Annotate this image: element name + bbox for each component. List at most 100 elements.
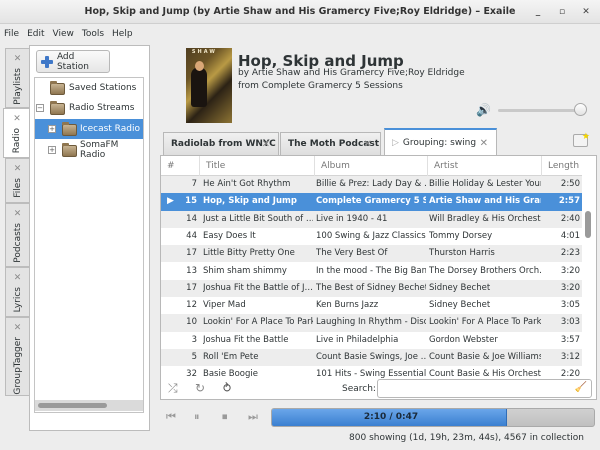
tab-files[interactable]: ✕ Files: [5, 158, 29, 203]
tree-label: Saved Stations: [69, 83, 137, 93]
tab-grouptagger[interactable]: ✕ GroupTagger: [5, 317, 29, 396]
column-title[interactable]: Title: [199, 156, 314, 176]
cell-artist: Thurston Harris: [429, 248, 495, 259]
tab-label: Radio: [12, 128, 22, 154]
menu-tools[interactable]: Tools: [78, 25, 108, 44]
repeat-icon[interactable]: ↻: [195, 381, 205, 395]
table-row[interactable]: 17 Joshua Fit the Battle of J… The Best of…: [161, 279, 582, 298]
cell-num: 15: [185, 196, 197, 207]
close-icon[interactable]: ✕: [262, 139, 270, 150]
close-icon[interactable]: ✕: [14, 54, 22, 64]
table-row[interactable]: 5 Roll 'Em Pete Count Basie Swings, Joe … C…: [161, 349, 582, 367]
table-row[interactable]: 7 He Ain't Got Rhythm Billie & Prez: Lady …: [161, 176, 582, 194]
window-title: Hop, Skip and Jump (by Artie Shaw and Hi…: [84, 6, 516, 17]
cell-num: 5: [191, 352, 197, 362]
cell-artist: Gordon Webster: [429, 334, 498, 345]
cell-len: 2:40: [560, 213, 580, 224]
tree-item-icecast-radio[interactable]: + Icecast Radio: [35, 119, 143, 139]
dynamic-icon[interactable]: ⥁: [223, 381, 231, 395]
tab-playlists[interactable]: ✕ Playlists: [5, 48, 29, 108]
scrollbar-thumb[interactable]: [585, 211, 591, 238]
cell-album: Live in Philadelphia: [316, 334, 399, 345]
tab-lyrics[interactable]: ✕ Lyrics: [5, 267, 29, 317]
menu-edit[interactable]: Edit: [23, 25, 48, 44]
folder-icon: [62, 122, 77, 136]
collapse-icon[interactable]: −: [36, 104, 44, 112]
tree-item-radio-streams[interactable]: − Radio Streams: [35, 98, 143, 118]
search-label: Search:: [342, 384, 376, 394]
new-playlist-button[interactable]: ★: [573, 132, 590, 147]
playback-progress-bar[interactable]: 2:10 / 0:47: [271, 408, 595, 427]
volume-slider-handle[interactable]: [573, 103, 587, 116]
previous-button[interactable]: ⏮: [166, 410, 176, 424]
cell-artist: Tommy Dorsey: [429, 230, 493, 241]
table-row[interactable]: 44 Easy Does It 100 Swing & Jazz Classics T…: [161, 227, 582, 246]
table-row[interactable]: 17 Little Bitty Pretty One The Very Best O…: [161, 245, 582, 263]
table-row[interactable]: 10 Lookin' For A Place To Park Laughing In…: [161, 314, 582, 332]
tab-label: Grouping: swing: [402, 138, 477, 148]
cell-title: Just a Little Bit South of …: [203, 213, 313, 224]
menu-help[interactable]: Help: [108, 25, 137, 44]
close-icon[interactable]: ✕: [14, 323, 22, 333]
column-album[interactable]: Album: [314, 156, 427, 176]
cell-num: 12: [186, 300, 197, 311]
close-icon[interactable]: ✕: [13, 114, 21, 124]
tree-item-saved-stations[interactable]: Saved Stations: [35, 78, 143, 98]
tab-radio[interactable]: ✕ Radio: [3, 108, 30, 158]
column-number[interactable]: #: [161, 156, 199, 176]
tree-label: Icecast Radio: [80, 124, 140, 134]
stop-button[interactable]: ⏹: [222, 410, 228, 424]
add-station-button[interactable]: Add Station: [36, 50, 110, 73]
table-row[interactable]: 12 Viper Mad Ken Burns Jazz Sidney Bechet 3:…: [161, 297, 582, 315]
cell-num: 7: [191, 179, 197, 189]
menu-view[interactable]: View: [49, 25, 78, 44]
expand-icon[interactable]: +: [48, 146, 56, 154]
minimize-button[interactable]: _: [528, 0, 548, 24]
tab-label: Podcasts: [12, 223, 23, 263]
expand-icon[interactable]: +: [48, 125, 56, 133]
close-button[interactable]: ✕: [576, 0, 596, 24]
column-length[interactable]: Length: [541, 156, 582, 176]
close-icon[interactable]: ✕: [480, 138, 488, 149]
folder-icon: [62, 143, 77, 157]
track-artist: by Artie Shaw and His Gramercy Five;Roy …: [238, 68, 465, 78]
search-input[interactable]: 🧹: [377, 379, 592, 398]
scrollbar-thumb[interactable]: [38, 403, 107, 408]
tab-grouping-swing[interactable]: ▷ Grouping: swing ✕: [384, 128, 497, 156]
pause-button[interactable]: ⏸: [194, 410, 200, 424]
vertical-scrollbar[interactable]: [582, 176, 595, 376]
close-icon[interactable]: ✕: [14, 273, 22, 283]
menu-file[interactable]: File: [0, 25, 23, 44]
station-tree: Saved Stations − Radio Streams + Icecast R…: [34, 77, 144, 413]
close-icon[interactable]: ✕: [14, 209, 22, 219]
plus-icon: [41, 55, 53, 68]
tree-item-somafm-radio[interactable]: + SomaFM Radio: [35, 140, 143, 160]
volume-icon[interactable]: 🔊: [476, 103, 491, 117]
progress-time: 2:10 / 0:47: [363, 412, 419, 422]
volume-slider[interactable]: [498, 109, 584, 112]
clear-search-icon[interactable]: 🧹: [575, 382, 587, 393]
tab-label: Lyrics: [12, 287, 23, 313]
tab-label: Radiolab from WNYC: [171, 139, 276, 149]
shuffle-icon[interactable]: ⤮: [168, 381, 178, 396]
tab-podcasts[interactable]: ✕ Podcasts: [5, 203, 29, 267]
tab-radiolab[interactable]: Radiolab from WNYC ✕: [163, 132, 279, 155]
cell-artist: Sidney Bechet: [429, 300, 491, 311]
table-row[interactable]: 3 Joshua Fit the Battle Live in Philadelph…: [161, 331, 582, 349]
column-artist[interactable]: Artist: [427, 156, 541, 176]
cell-title: Little Bitty Pretty One: [203, 248, 295, 259]
table-row[interactable]: 13 Shim sham shimmy In the mood - The Big …: [161, 262, 582, 280]
table-row[interactable]: 14 Just a Little Bit South of … Live in 19…: [161, 210, 582, 228]
close-icon[interactable]: ✕: [364, 139, 372, 150]
horizontal-scrollbar[interactable]: [35, 400, 143, 411]
close-icon[interactable]: ✕: [14, 164, 22, 174]
next-button[interactable]: ⏭: [248, 410, 258, 424]
play-icon: ▷: [392, 138, 399, 148]
cell-len: 2:23: [560, 248, 580, 259]
cell-album: Billie & Prez: Lady Day & …: [316, 179, 426, 189]
cell-title: Hop, Skip and Jump: [203, 196, 297, 207]
maximize-button[interactable]: ▫: [552, 0, 572, 24]
tab-moth-podcast[interactable]: The Moth Podcast ✕: [280, 132, 381, 155]
table-row[interactable]: ▶ 15 Hop, Skip and Jump Complete Gramercy 5…: [161, 193, 582, 211]
tree-label: Radio Streams: [69, 103, 135, 113]
